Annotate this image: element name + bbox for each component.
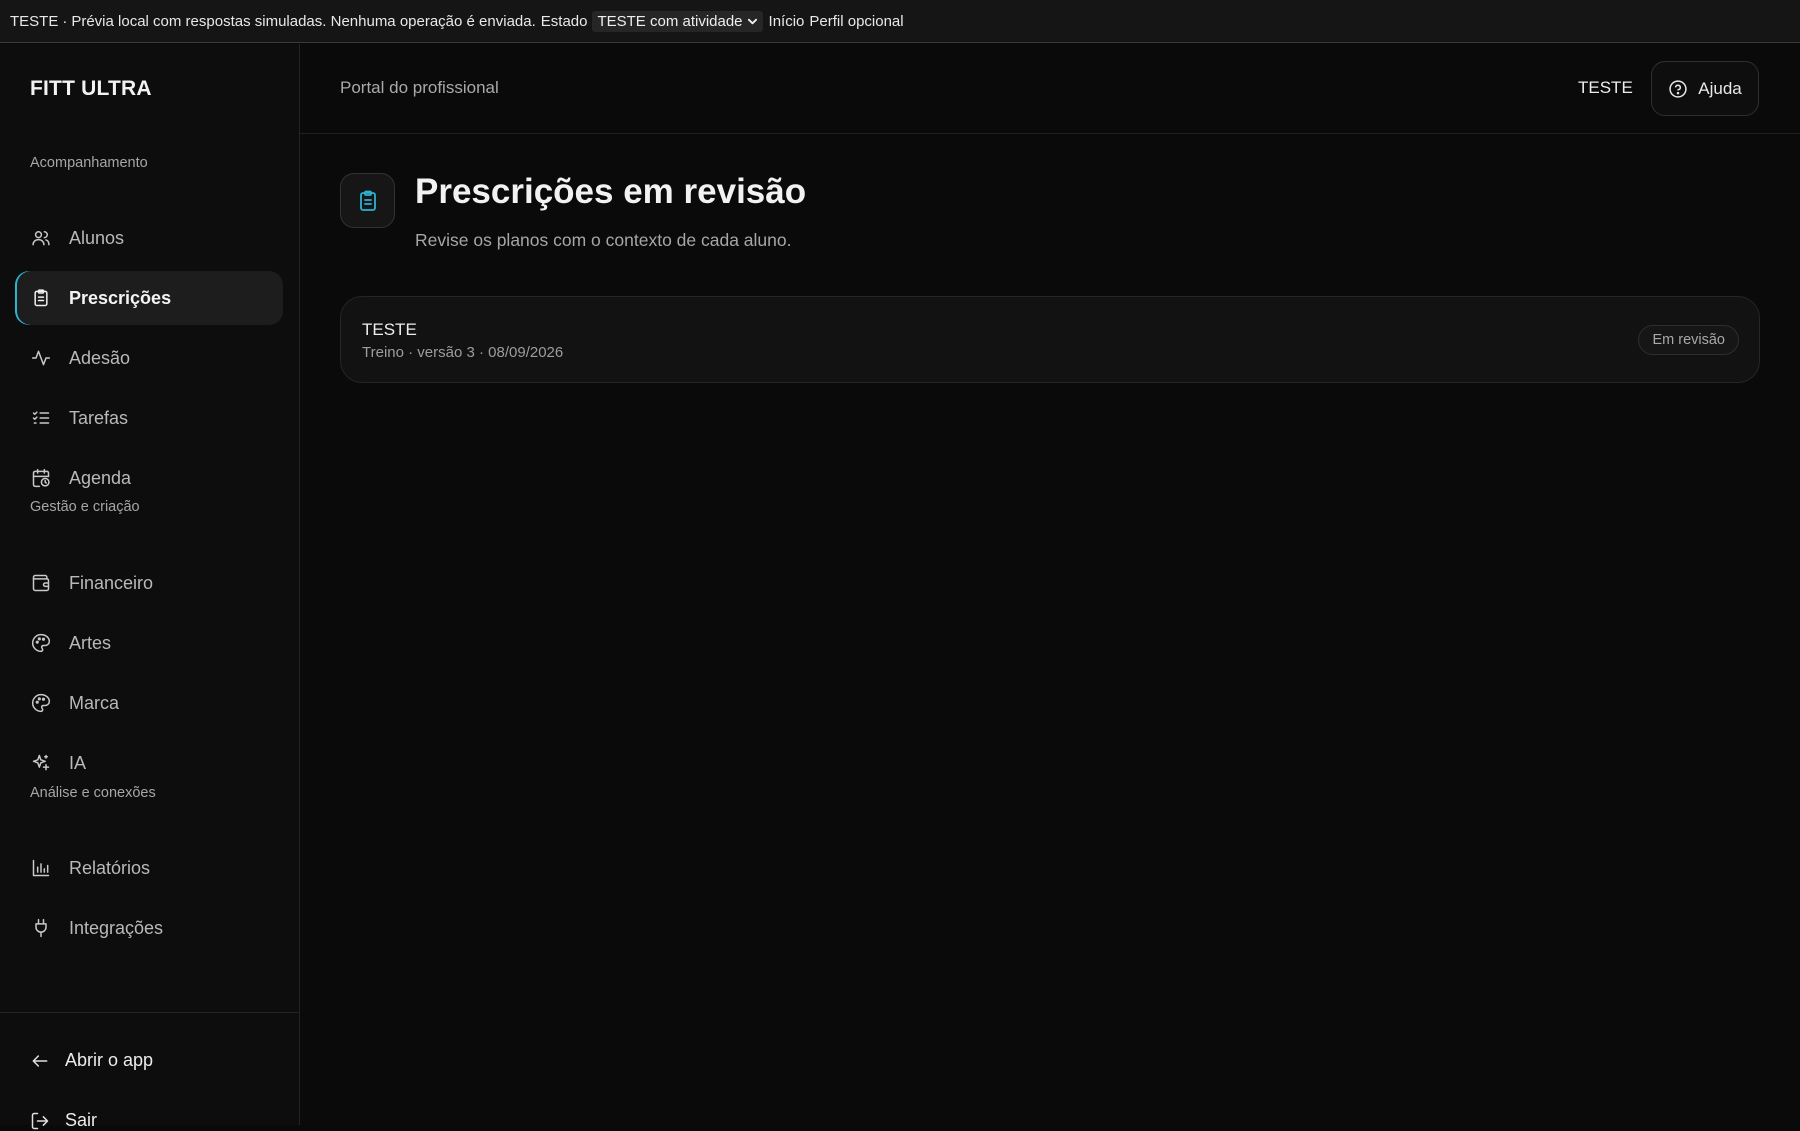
arrow-left-icon [30, 1051, 50, 1071]
banner-message: Prévia local com respostas simuladas. Ne… [71, 12, 536, 30]
sidebar-item-label: IA [69, 752, 87, 773]
section-title-management: Gestão e criação [30, 499, 140, 515]
sidebar-item-tarefas[interactable]: Tarefas [15, 391, 283, 445]
help-label: Ajuda [1698, 78, 1742, 98]
status-badge: Em revisão [1638, 325, 1739, 355]
wallet-icon [31, 573, 51, 593]
portal-label: Portal do profissional [340, 78, 499, 97]
page-header: Portal do profissional TESTE Ajuda [300, 44, 1800, 134]
sidebar-footer: Abrir o app Sair [0, 1012, 299, 1130]
sidebar-item-relatorios[interactable]: Relatórios [15, 841, 283, 895]
state-label: Estado [540, 12, 588, 30]
banner-prefix: TESTE [10, 12, 59, 30]
activity-icon [31, 348, 51, 368]
page-title: Prescrições em revisão [415, 172, 807, 211]
sidebar-item-label: Agenda [69, 467, 132, 488]
sidebar-item-label: Artes [69, 632, 112, 653]
clipboard-icon [31, 288, 51, 308]
bar-chart-icon [31, 858, 51, 878]
section-title-tracking: Acompanhamento [30, 155, 148, 171]
state-select-value: TESTE com atividade [597, 12, 743, 30]
clipboard-icon [340, 173, 395, 228]
help-circle-icon [1669, 79, 1687, 98]
sidebar-item-label: Adesão [69, 347, 131, 368]
prescription-name: TESTE [362, 320, 417, 339]
page-subtitle: Revise os planos com o contexto de cada … [415, 230, 792, 250]
logout-button[interactable]: Sair [30, 1110, 97, 1131]
list-checks-icon [31, 408, 51, 428]
sidebar-item-label: Alunos [69, 227, 125, 248]
log-out-icon [30, 1111, 50, 1131]
user-name[interactable]: TESTE [1578, 78, 1633, 98]
chevron-down-icon [747, 18, 757, 24]
sidebar-item-prescricoes[interactable]: Prescrições [15, 271, 283, 325]
logout-label: Sair [65, 1110, 98, 1130]
link-inicio[interactable]: Início [769, 13, 805, 30]
sidebar-item-label: Relatórios [69, 857, 151, 878]
sidebar-item-label: Integrações [69, 917, 164, 938]
sidebar-item-label: Tarefas [69, 407, 129, 428]
sidebar-item-artes[interactable]: Artes [15, 616, 283, 670]
sidebar-item-adesao[interactable]: Adesão [15, 331, 283, 385]
section-title-analysis: Análise e conexões [30, 785, 156, 801]
preview-banner: TESTE · Prévia local com respostas simul… [0, 0, 1800, 43]
sidebar-item-marca[interactable]: Marca [15, 676, 283, 730]
sidebar-item-alunos[interactable]: Alunos [15, 211, 283, 265]
link-perfil-opcional[interactable]: Perfil opcional [809, 13, 903, 30]
open-app-button[interactable]: Abrir o app [30, 1050, 153, 1071]
sidebar-item-agenda[interactable]: Agenda [15, 451, 283, 505]
sidebar-item-label: Marca [69, 692, 120, 713]
open-app-label: Abrir o app [65, 1050, 154, 1070]
brand-logo[interactable]: FITT ULTRA [30, 77, 152, 101]
state-select[interactable]: TESTE com atividade [592, 10, 763, 32]
prescription-meta: Treino · versão 3 · 08/09/2026 [362, 344, 564, 361]
sidebar-item-label: Financeiro [69, 572, 154, 593]
sidebar-item-ia[interactable]: IA [15, 736, 283, 790]
sidebar-item-label: Prescrições [69, 287, 172, 308]
palette-icon [31, 633, 51, 653]
users-icon [31, 228, 51, 248]
sparkles-icon [31, 753, 51, 773]
palette-icon [31, 693, 51, 713]
calendar-clock-icon [31, 468, 51, 488]
help-button[interactable]: Ajuda [1651, 61, 1759, 116]
prescription-card[interactable]: TESTE Treino · versão 3 · 08/09/2026 Em … [340, 296, 1760, 383]
sidebar-item-financeiro[interactable]: Financeiro [15, 556, 283, 610]
plug-icon [31, 918, 51, 938]
banner-separator: · [62, 12, 68, 30]
sidebar: FITT ULTRA Acompanhamento Alunos Prescri… [0, 44, 300, 1130]
sidebar-item-integracoes[interactable]: Integrações [15, 901, 283, 955]
